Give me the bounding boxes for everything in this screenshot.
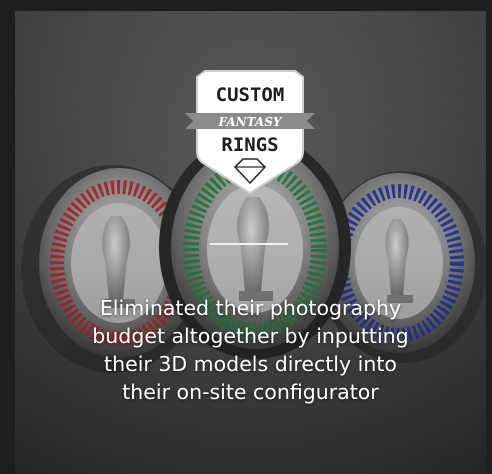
logo-text-fantasy: FANTASY: [218, 115, 282, 129]
caption-line: their 3D models directly into: [104, 352, 397, 376]
logo-text-custom: CUSTOM: [215, 84, 285, 106]
caption-line: budget altogether by inputting: [92, 324, 409, 348]
divider-line: [210, 243, 288, 245]
logo-text-rings: RINGS: [221, 134, 279, 156]
showcase-card: CUSTOM FANTASY RINGS Eliminated their ph…: [15, 11, 486, 474]
caption-text: Eliminated their photography budget alto…: [35, 294, 466, 406]
caption-line: Eliminated their photography: [99, 296, 402, 320]
page-frame: CUSTOM FANTASY RINGS Eliminated their ph…: [0, 0, 492, 474]
custom-fantasy-rings-logo: CUSTOM FANTASY RINGS: [183, 67, 317, 197]
caption-line: their on-site configurator: [122, 380, 379, 404]
